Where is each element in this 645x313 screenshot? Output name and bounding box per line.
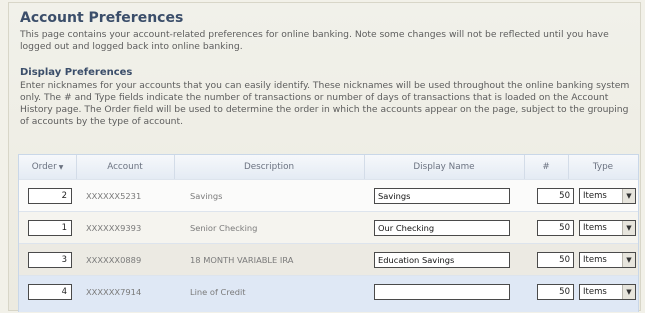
display-name-input[interactable] [374,188,510,204]
account-description: Savings [190,191,223,201]
dropdown-arrow-icon[interactable]: ▼ [622,253,635,267]
type-select-value: Items [583,223,607,233]
display-name-input[interactable] [374,284,510,300]
type-select[interactable]: Items ▼ [579,188,636,204]
display-name-input[interactable] [374,252,510,268]
account-description: 18 MONTH VARIABLE IRA [190,255,294,265]
display-name-column-header[interactable]: Display Name [364,155,524,179]
order-input[interactable] [28,284,72,300]
dropdown-arrow-icon[interactable]: ▼ [622,189,635,203]
type-select-value: Items [583,191,607,201]
order-input[interactable] [28,188,72,204]
section-title: Display Preferences [20,67,133,78]
table-row: XXXXXX5231 Savings Items ▼ [19,179,638,212]
section-description: Enter nicknames for your accounts that y… [20,80,630,127]
account-number: XXXXXX5231 [86,191,142,201]
intro-text: This page contains your account-related … [20,29,609,52]
type-select[interactable]: Items ▼ [579,252,636,268]
order-input[interactable] [28,252,72,268]
dropdown-arrow-icon[interactable]: ▼ [622,221,635,235]
table-header: Order ▼ Account Description Display Name… [19,155,638,179]
account-column-header[interactable]: Account [76,155,174,179]
display-name-input[interactable] [374,220,510,236]
type-select[interactable]: Items ▼ [579,284,636,300]
type-column-header[interactable]: Type [568,155,638,179]
number-column-header[interactable]: # [524,155,568,179]
table-row-selected: XXXXXX7914 Line of Credit Items ▼ [19,275,638,312]
page-title: Account Preferences [20,10,184,26]
preferences-table: Order ▼ Account Description Display Name… [18,154,639,312]
order-input[interactable] [28,220,72,236]
account-description: Senior Checking [190,223,258,233]
type-select-value: Items [583,255,607,265]
order-header-label: Order [31,162,57,172]
table-row: XXXXXX9393 Senior Checking Items ▼ [19,211,638,244]
table-row: XXXXXX0889 18 MONTH VARIABLE IRA Items ▼ [19,243,638,276]
sort-descending-icon: ▼ [58,163,64,171]
dropdown-arrow-icon[interactable]: ▼ [622,285,635,299]
account-number: XXXXXX9393 [86,223,142,233]
order-column-header[interactable]: Order ▼ [19,155,76,179]
description-column-header[interactable]: Description [174,155,364,179]
type-select[interactable]: Items ▼ [579,220,636,236]
account-description: Line of Credit [190,287,246,297]
type-select-value: Items [583,287,607,297]
account-number: XXXXXX7914 [86,287,142,297]
account-number: XXXXXX0889 [86,255,142,265]
